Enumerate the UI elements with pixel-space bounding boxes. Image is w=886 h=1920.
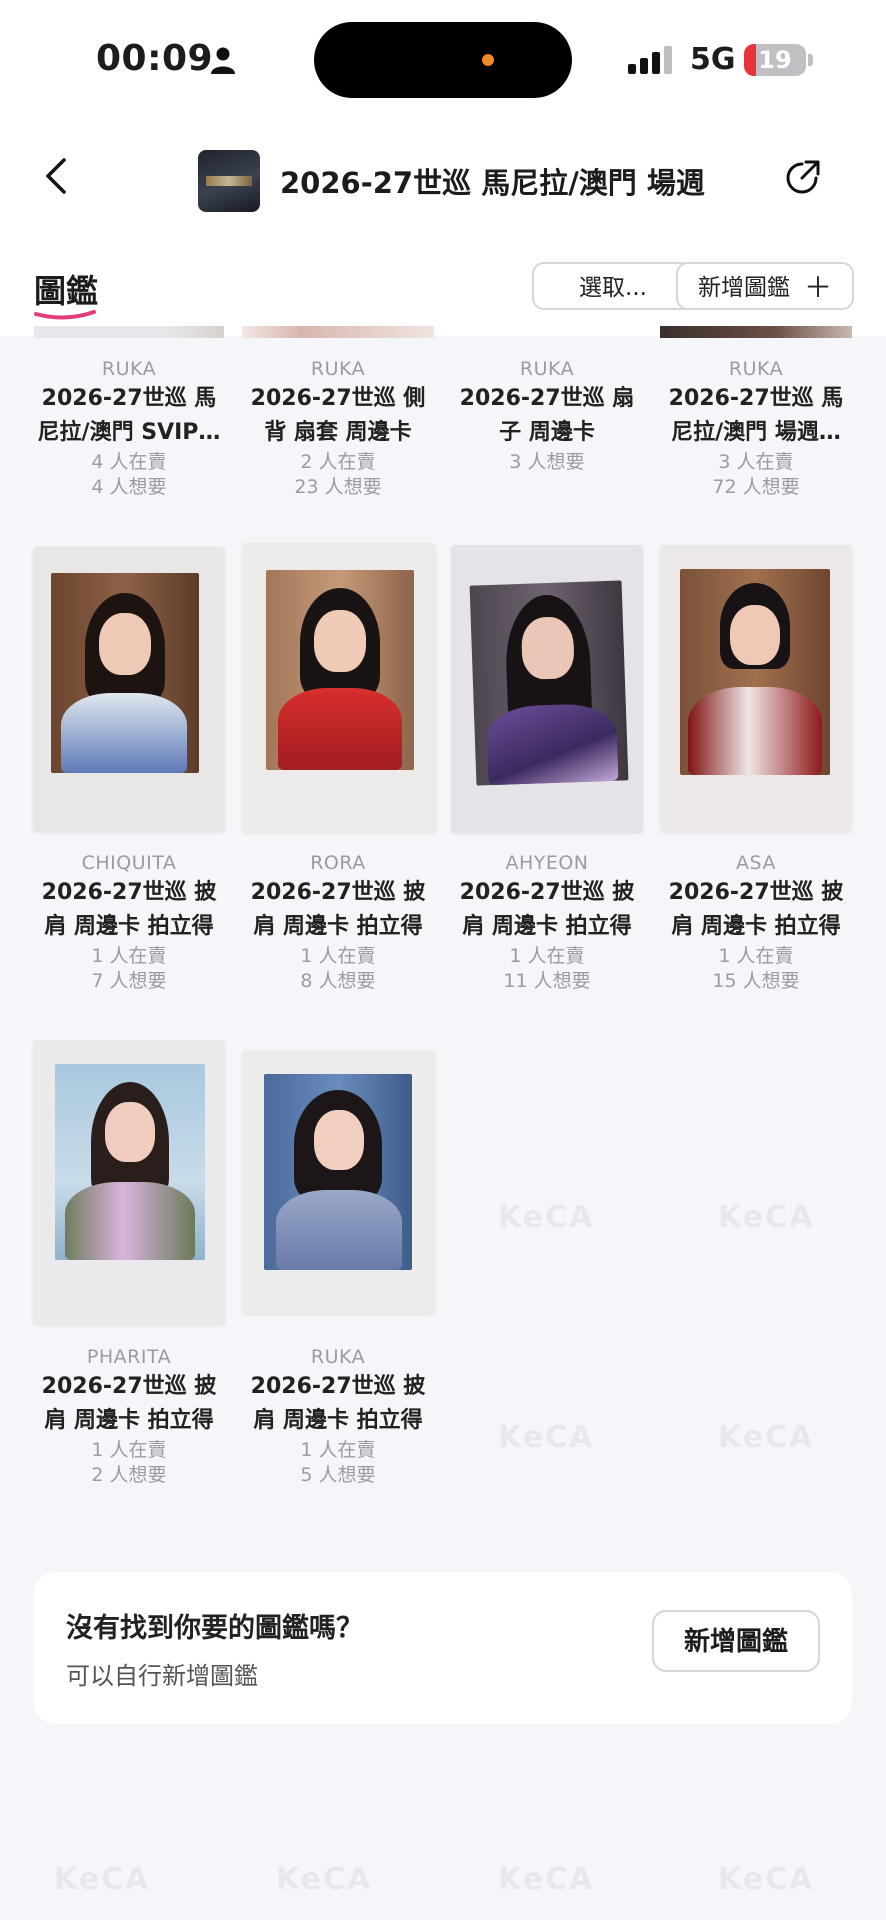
card-photo[interactable] [33, 547, 225, 832]
card-member: CHIQUITA [81, 852, 177, 874]
card-selling-count: 1 人在賣 [718, 945, 794, 967]
add-catalog-label: 新增圖鑑 [697, 275, 790, 301]
watermark-logo: KeCA [718, 1420, 815, 1455]
card-title: 2026-27世巡 披肩 周邊卡 拍立得 [41, 1374, 217, 1433]
card-member: RUKA [728, 358, 784, 380]
battery-cap [808, 54, 813, 66]
card-selling-count: 1 人在賣 [300, 1439, 376, 1461]
card-selling-count: 1 人在賣 [509, 945, 585, 967]
card-title: 2026-27世巡 披肩 周邊卡 拍立得 [250, 1374, 426, 1433]
card-title: 2026-27世巡 披肩 周邊卡 拍立得 [459, 880, 635, 939]
card-title: 2026-27世巡 馬尼拉/澳門 場週… [668, 386, 844, 445]
section-bar: 圖鑑 選取... 新增圖鑑 ＋ [0, 250, 886, 336]
card-member: PHARITA [86, 1346, 172, 1368]
catalog-card[interactable]: RUKA 2026-27世巡 披肩 周邊卡 拍立得 1 人在賣 5 人想要 [240, 1344, 436, 1488]
signal-icon [628, 46, 672, 74]
watermark-logo: KeCA [498, 1862, 595, 1897]
card-wanting-count: 15 人想要 [712, 970, 800, 992]
card-selling-count: 3 人在賣 [718, 451, 794, 473]
card-photo[interactable] [451, 545, 643, 833]
select-button[interactable]: 選取... [532, 262, 694, 310]
catalog-card[interactable]: AHYEON 2026-27世巡 披肩 周邊卡 拍立得 1 人在賣 11 人想要 [449, 850, 645, 994]
watermark-logo: KeCA [54, 1862, 151, 1897]
card-selling-count: 1 人在賣 [91, 1439, 167, 1461]
add-catalog-button[interactable]: 新增圖鑑 ＋ [676, 262, 854, 310]
card-image-cropped [34, 326, 224, 338]
card-photo[interactable] [33, 1040, 225, 1325]
card-wanting-count: 23 人想要 [294, 476, 382, 498]
card-member: RUKA [310, 358, 366, 380]
section-underline [34, 310, 96, 320]
card-member: RORA [310, 852, 366, 874]
person-icon [211, 47, 235, 74]
card-selling-count: 1 人在賣 [300, 945, 376, 967]
header: 2026-27世巡 馬尼拉/澳門 場週 [0, 110, 886, 250]
card-title: 2026-27世巡 扇子 周邊卡 [459, 386, 635, 445]
page-title: 2026-27世巡 馬尼拉/澳門 場週 [280, 166, 705, 200]
plus-icon: ＋ [803, 271, 832, 304]
card-member: RUKA [519, 358, 575, 380]
watermark-logo: KeCA [276, 1862, 373, 1897]
card-selling-count: 4 人在賣 [91, 451, 167, 473]
recording-dot-icon [482, 54, 494, 66]
card-photo[interactable] [242, 1050, 435, 1314]
card-wanting-count: 72 人想要 [712, 476, 800, 498]
watermark-logo: KeCA [718, 1200, 815, 1235]
watermark-logo: KeCA [718, 1862, 815, 1897]
card-wanting-count: 3 人想要 [509, 451, 585, 473]
catalog-card[interactable]: RUKA 2026-27世巡 馬尼拉/澳門 場週… 3 人在賣 72 人想要 [658, 356, 854, 500]
card-wanting-count: 4 人想要 [91, 476, 167, 498]
card-wanting-count: 8 人想要 [300, 970, 376, 992]
card-selling-count: 2 人在賣 [300, 451, 376, 473]
catalog-card[interactable]: ASA 2026-27世巡 披肩 周邊卡 拍立得 1 人在賣 15 人想要 [658, 850, 854, 994]
catalog-card[interactable]: PHARITA 2026-27世巡 披肩 周邊卡 拍立得 1 人在賣 2 人想要 [31, 1344, 227, 1488]
event-thumbnail [198, 150, 260, 212]
card-wanting-count: 5 人想要 [300, 1464, 376, 1486]
card-photo[interactable] [660, 545, 852, 832]
back-icon[interactable] [40, 156, 74, 196]
card-selling-count: 1 人在賣 [91, 945, 167, 967]
card-title: 2026-27世巡 披肩 周邊卡 拍立得 [41, 880, 217, 939]
watermark-logo: KeCA [498, 1200, 595, 1235]
card-member: RUKA [310, 1346, 366, 1368]
card-title: 2026-27世巡 披肩 周邊卡 拍立得 [250, 880, 426, 939]
share-icon[interactable] [782, 158, 822, 198]
card-wanting-count: 11 人想要 [503, 970, 591, 992]
status-time: 00:09 [96, 38, 214, 79]
add-catalog-banner: 沒有找到你要的圖鑑嗎？ 可以自行新增圖鑑 新增圖鑑 [34, 1572, 852, 1724]
catalog-card[interactable]: RUKA 2026-27世巡 側背 扇套 周邊卡 2 人在賣 23 人想要 [240, 356, 436, 500]
card-image-cropped [660, 326, 852, 338]
card-member: ASA [736, 852, 776, 874]
catalog-card[interactable]: CHIQUITA 2026-27世巡 披肩 周邊卡 拍立得 1 人在賣 7 人想… [31, 850, 227, 994]
catalog-card[interactable]: RUKA 2026-27世巡 扇子 周邊卡 3 人想要 [449, 356, 645, 475]
card-wanting-count: 2 人想要 [91, 1464, 167, 1486]
catalog-card[interactable]: RUKA 2026-27世巡 馬尼拉/澳門 SVIP… 4 人在賣 4 人想要 [31, 356, 227, 500]
card-image-cropped [242, 326, 434, 338]
watermark-logo: KeCA [498, 1420, 595, 1455]
banner-add-catalog-button[interactable]: 新增圖鑑 [652, 1610, 820, 1672]
catalog-card[interactable]: RORA 2026-27世巡 披肩 周邊卡 拍立得 1 人在賣 8 人想要 [240, 850, 436, 994]
battery-level: 19 [758, 46, 792, 74]
section-title: 圖鑑 [34, 272, 99, 310]
banner-hint: 可以自行新增圖鑑 [66, 1662, 258, 1690]
card-title: 2026-27世巡 披肩 周邊卡 拍立得 [668, 880, 844, 939]
card-photo[interactable] [242, 543, 436, 833]
status-bar: 00:09 5G 19 [0, 0, 886, 110]
banner-question: 沒有找到你要的圖鑑嗎？ [66, 1613, 363, 1644]
card-member: RUKA [101, 358, 157, 380]
card-wanting-count: 7 人想要 [91, 970, 167, 992]
card-member: AHYEON [505, 852, 589, 874]
network-type: 5G [690, 42, 736, 77]
dynamic-island [314, 22, 572, 98]
battery-icon: 19 [744, 44, 806, 76]
card-title: 2026-27世巡 側背 扇套 周邊卡 [250, 386, 426, 445]
card-title: 2026-27世巡 馬尼拉/澳門 SVIP… [37, 386, 221, 445]
